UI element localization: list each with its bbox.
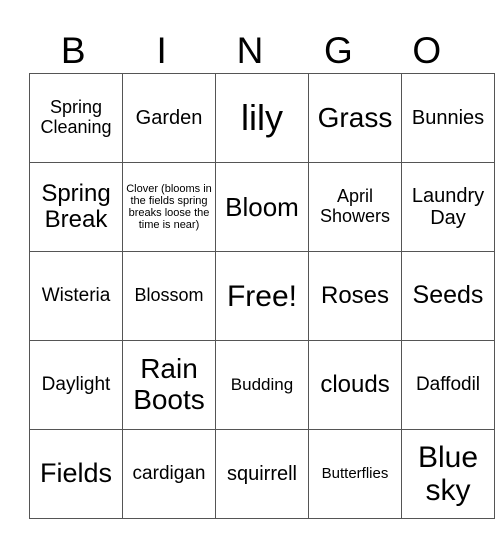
bingo-cell[interactable]: Butterflies	[308, 429, 402, 519]
bingo-cell[interactable]: cardigan	[122, 429, 216, 519]
bingo-cell[interactable]: Bloom	[215, 162, 309, 252]
bingo-cell[interactable]: Blossom	[122, 251, 216, 341]
bingo-cell[interactable]: Clover (blooms in the fields spring brea…	[122, 162, 216, 252]
bingo-cell[interactable]: Budding	[215, 340, 309, 430]
bingo-row: Fields cardigan squirrell Butterflies Blue s…	[29, 429, 495, 519]
bingo-cell[interactable]: Bunnies	[401, 73, 495, 163]
bingo-cell[interactable]: Rain Boots	[122, 340, 216, 430]
bingo-cell[interactable]: Seeds	[401, 251, 495, 341]
bingo-cell[interactable]: lily	[215, 73, 309, 163]
bingo-cell[interactable]: Blue sky	[401, 429, 495, 519]
bingo-header: B I N G O	[29, 30, 471, 72]
header-letter-b: B	[60, 30, 86, 71]
bingo-cell[interactable]: Daylight	[29, 340, 123, 430]
bingo-cell[interactable]: squirrell	[215, 429, 309, 519]
bingo-cell[interactable]: Free!	[215, 251, 309, 341]
bingo-cell[interactable]: Wisteria	[29, 251, 123, 341]
bingo-row: Spring Break Clover (blooms in the fields…	[29, 162, 495, 252]
bingo-row: Wisteria Blossom Free! Roses Seeds	[29, 251, 495, 341]
bingo-row: Daylight Rain Boots Budding clouds Daffodil	[29, 340, 495, 430]
bingo-cell[interactable]: clouds	[308, 340, 402, 430]
bingo-cell[interactable]: Spring Break	[29, 162, 123, 252]
header-letter-n: N	[236, 30, 264, 71]
bingo-cell[interactable]: Fields	[29, 429, 123, 519]
bingo-cell[interactable]: April Showers	[308, 162, 402, 252]
bingo-cell[interactable]: Roses	[308, 251, 402, 341]
bingo-row: Spring Cleaning Garden lily Grass Bunnies	[29, 73, 495, 163]
bingo-card: Spring Cleaning Garden lily Grass Bunnies Spr…	[29, 73, 495, 519]
header-letter-i: I	[156, 30, 167, 71]
bingo-cell[interactable]: Daffodil	[401, 340, 495, 430]
bingo-cell[interactable]: Garden	[122, 73, 216, 163]
header-letter-o: O	[412, 30, 442, 71]
bingo-cell[interactable]: Grass	[308, 73, 402, 163]
bingo-cell[interactable]: Laundry Day	[401, 162, 495, 252]
header-letter-g: G	[323, 30, 353, 71]
bingo-cell[interactable]: Spring Cleaning	[29, 73, 123, 163]
